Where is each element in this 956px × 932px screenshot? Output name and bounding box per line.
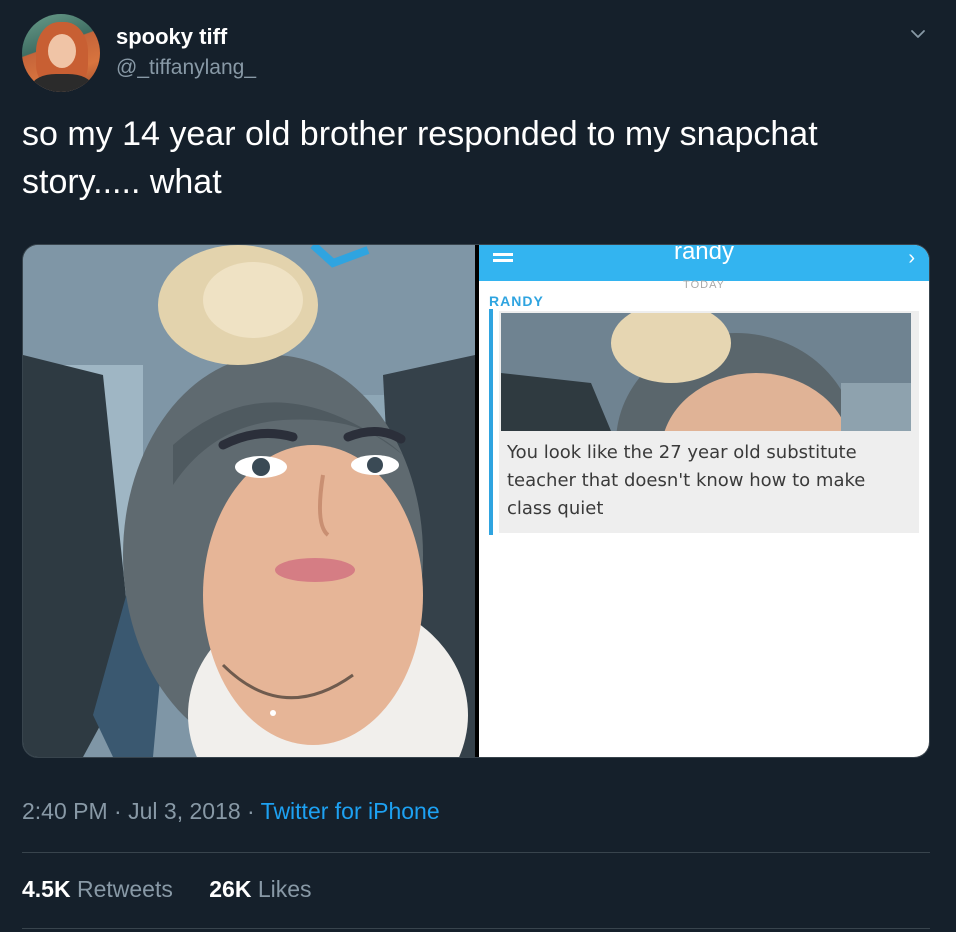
chevron-right-icon: › [908,247,915,269]
avatar-face [48,34,76,68]
media-grid: randy › TODAY RANDY You look like the 27… [22,244,930,758]
meta-separator: · [240,798,261,824]
snapchat-day-label: TODAY [683,279,725,291]
snapchat-screenshot[interactable]: randy › TODAY RANDY You look like the 27… [479,245,929,757]
tweet-source-link[interactable]: Twitter for iPhone [261,798,440,824]
meta-separator: · [107,798,129,824]
snapchat-reply-text: You look like the 27 year old substitute… [507,442,866,519]
tweet-stats: 4.5K Retweets 26K Likes [22,876,342,903]
display-name[interactable]: spooky tiff [116,24,227,50]
likes-label: Likes [257,876,312,902]
story-thumbnail [501,313,911,431]
snapchat-reply-card: You look like the 27 year old substitute… [499,311,919,533]
snapchat-message-bar [489,309,493,535]
divider [22,852,930,853]
chevron-down-icon[interactable] [910,26,926,42]
avatar-shirt [32,74,92,92]
retweets-label: Retweets [76,876,173,902]
tweet-text: so my 14 year old brother responded to m… [22,115,818,201]
tweet-date[interactable]: Jul 3, 2018 [128,798,241,824]
likes-count: 26K [209,876,252,902]
story-thumbnail-illustration [501,313,911,431]
snapchat-sender-label: RANDY [489,293,544,309]
avatar[interactable] [22,14,100,92]
likes-stat[interactable]: 26K Likes [209,876,311,903]
divider [22,928,930,929]
tweet: spooky tiff @_tiffanylang_ so my 14 year… [0,0,956,932]
snapchat-chat-title: randy [673,245,735,265]
selfie-illustration [23,245,475,757]
user-handle[interactable]: @_tiffanylang_ [116,56,256,80]
retweets-count: 4.5K [22,876,71,902]
tweet-time[interactable]: 2:40 PM [22,798,108,824]
retweets-stat[interactable]: 4.5K Retweets [22,876,173,903]
selfie-photo[interactable] [23,245,475,757]
tweet-meta: 2:40 PM · Jul 3, 2018 · Twitter for iPho… [22,798,440,825]
